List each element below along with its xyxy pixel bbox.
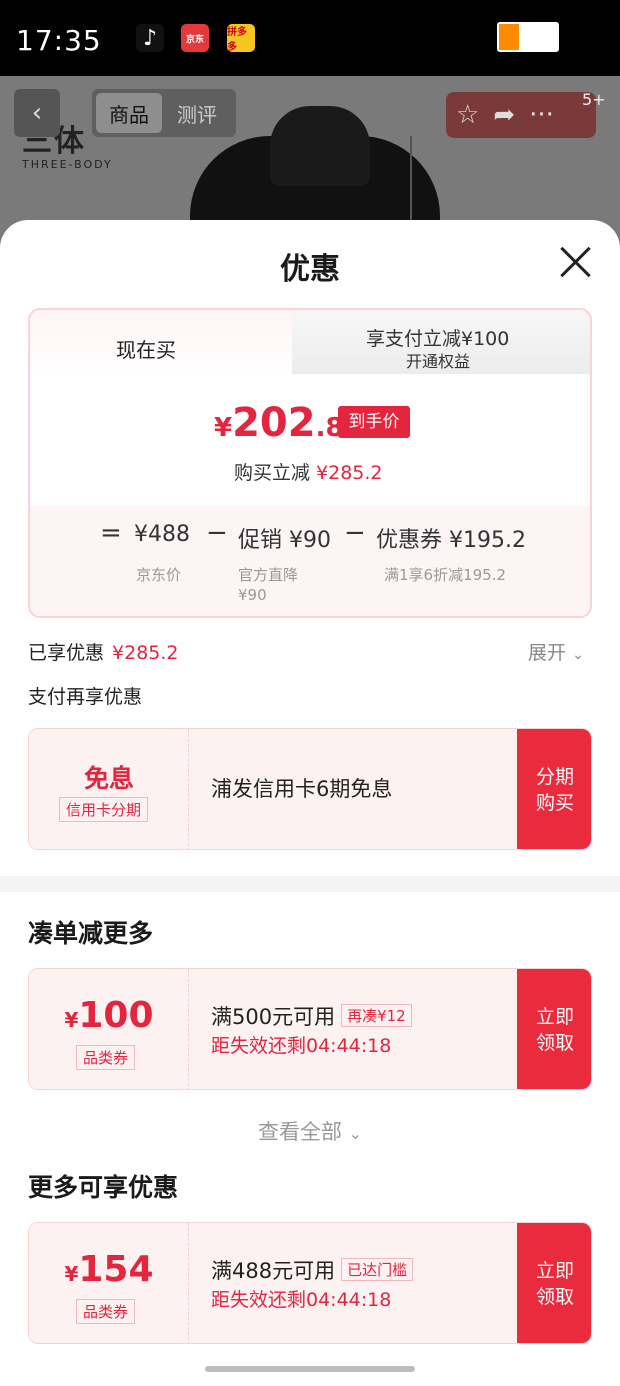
status-time: 17:35 xyxy=(16,24,102,57)
pay-more-title: 支付再享优惠 xyxy=(28,686,143,708)
back-button[interactable]: ‹ xyxy=(14,89,60,137)
coupon-154-badge: 已达门槛 xyxy=(341,1258,414,1281)
instant-save-amount: ¥285.2 xyxy=(316,462,383,484)
tab-pay-discount-title: 享支付立减¥100 xyxy=(366,328,510,350)
tab-product[interactable]: 商品 xyxy=(96,93,162,133)
section-divider xyxy=(0,876,620,892)
section-more-discount: 凑单减更多 xyxy=(28,919,154,948)
expand-button[interactable]: 展开 ⌄ xyxy=(528,638,584,665)
expand-label: 展开 xyxy=(528,642,567,664)
section-more-enjoy: 更多可享优惠 xyxy=(28,1173,179,1202)
installment-card: 免息 信用卡分期 浦发信用卡6期免息 分期购买 xyxy=(28,728,592,850)
tab-buy-now-label: 现在买 xyxy=(116,338,176,362)
coupon-154-mid: 满488元可用 已达门槛 距失效还剩04:44:18 xyxy=(189,1223,517,1343)
product-image-collar xyxy=(270,106,370,186)
share-icon[interactable]: ➦ xyxy=(493,100,515,130)
coupon-154-type: 品类券 xyxy=(76,1299,136,1324)
installment-label: 信用卡分期 xyxy=(59,797,149,822)
chevron-left-icon: ‹ xyxy=(31,98,43,128)
coupon-154-symbol: ¥ xyxy=(64,1262,79,1286)
final-price: ¥202.8 xyxy=(214,400,344,446)
promo-amount: 促销 ¥90 xyxy=(238,528,331,553)
price-box: ¥202.8 到手价 购买立减 ¥285.2 = ¥488 京东价 − 促销 ¥9… xyxy=(30,374,590,616)
instant-save: 购买立减 ¥285.2 xyxy=(234,458,383,485)
claim-coupon-154-button[interactable]: 立即 领取 xyxy=(517,1223,591,1343)
installment-buy-l1: 分期 xyxy=(535,766,574,788)
coupon-100-title-text: 满500元可用 xyxy=(211,1005,336,1029)
claim-l1: 立即 xyxy=(535,1260,574,1282)
claim-l1: 立即 xyxy=(535,1006,574,1028)
promo-sub-label: 官方直降 xyxy=(238,566,299,584)
product-tab-switch: 商品 测评 xyxy=(92,89,236,137)
equals-sign: = xyxy=(100,518,122,548)
tiktok-icon: ♪ xyxy=(136,24,164,52)
price-integer: 202 xyxy=(232,400,316,446)
coupon-154-timer: 距失效还剩04:44:18 xyxy=(211,1289,392,1311)
see-all-button[interactable]: 查看全部 ⌄ xyxy=(0,1116,620,1146)
coupon-card-100: ¥100 品类券 满500元可用 再凑¥12 距失效还剩04:44:18 立即领取 xyxy=(28,968,592,1090)
claim-l2: 领取 xyxy=(535,1032,574,1054)
minus-sign: − xyxy=(344,518,366,548)
coupon-154-left: ¥154 品类券 xyxy=(29,1223,189,1343)
installment-buy-button[interactable]: 分期 购买 xyxy=(517,729,591,849)
coupon-154-value: ¥154 xyxy=(29,1249,189,1290)
coupon-100-mid: 满500元可用 再凑¥12 距失效还剩04:44:18 xyxy=(189,969,517,1089)
instant-save-label: 购买立减 xyxy=(234,462,311,484)
star-icon[interactable]: ☆ xyxy=(456,100,479,130)
coupon-100-type: 品类券 xyxy=(76,1045,136,1070)
minus-sign: − xyxy=(206,518,228,548)
brand-logo-en: THREE-BODY xyxy=(22,158,113,171)
jd-icon: 京东 xyxy=(181,24,209,52)
installment-big: 免息 xyxy=(83,764,134,793)
enjoyed-label: 已享优惠 xyxy=(28,642,105,664)
coupon-154-amount: 154 xyxy=(78,1249,154,1290)
coupon-100-amount: 100 xyxy=(78,995,154,1036)
enjoyed-discount: 已享优惠 ¥285.2 xyxy=(28,638,179,665)
tab-pay-discount-sub: 开通权益 xyxy=(406,352,471,371)
price-formula: = ¥488 京东价 − 促销 ¥90 官方直降 ¥90 − 优惠券 ¥195.… xyxy=(30,506,590,616)
enjoyed-amount: ¥285.2 xyxy=(112,642,179,664)
coupon-154-title-text: 满488元可用 xyxy=(211,1259,336,1283)
promo-sub-amount: ¥90 xyxy=(238,586,267,604)
jd-price-label: 京东价 xyxy=(136,566,182,584)
claim-l2: 领取 xyxy=(535,1286,574,1308)
claim-coupon-100-button[interactable]: 立即 领取 xyxy=(517,969,591,1089)
status-bar: 17:35 ♪ 京东 拼多多 xyxy=(0,0,620,76)
coupon-100-timer: 距失效还剩04:44:18 xyxy=(211,1035,392,1057)
jd-price: ¥488 xyxy=(134,522,190,547)
header-actions: ☆ ➦ ··· xyxy=(446,92,596,138)
sheet-title: 优惠 xyxy=(280,252,340,287)
gesture-bar xyxy=(0,1356,620,1386)
installment-left: 免息 信用卡分期 xyxy=(29,729,189,849)
see-all-label: 查看全部 xyxy=(257,1120,342,1144)
chevron-down-icon: ⌄ xyxy=(572,647,584,663)
home-indicator[interactable] xyxy=(205,1366,415,1372)
tab-review[interactable]: 测评 xyxy=(162,99,232,128)
coupon-100-value: ¥100 xyxy=(29,995,189,1036)
chevron-down-icon: ⌄ xyxy=(348,1124,363,1143)
close-icon[interactable] xyxy=(556,242,596,282)
tab-buy-now[interactable]: 现在买 xyxy=(30,310,292,378)
coupon-100-symbol: ¥ xyxy=(64,1008,79,1032)
final-price-tag: 到手价 xyxy=(338,406,410,438)
coupon-amount: 优惠券 ¥195.2 xyxy=(376,528,526,553)
discount-sheet: 优惠 享支付立减¥100 开通权益 现在买 ¥202.8 到手价 购买立减 ¥28… xyxy=(0,220,620,1386)
cart-badge: 5+ xyxy=(582,90,606,109)
pdd-icon: 拼多多 xyxy=(227,24,255,53)
battery-icon xyxy=(497,22,559,52)
coupon-100-title: 满500元可用 再凑¥12 xyxy=(211,1001,412,1031)
price-card: 享支付立减¥100 开通权益 现在买 ¥202.8 到手价 购买立减 ¥285.2… xyxy=(28,308,592,618)
coupon-100-left: ¥100 品类券 xyxy=(29,969,189,1089)
more-icon[interactable]: ··· xyxy=(529,100,554,130)
coupon-card-154: ¥154 品类券 满488元可用 已达门槛 距失效还剩04:44:18 立即领取 xyxy=(28,1222,592,1344)
installment-buy-l2: 购买 xyxy=(535,792,574,814)
price-symbol: ¥ xyxy=(214,413,233,443)
installment-mid: 浦发信用卡6期免息 xyxy=(189,729,517,849)
tab-pay-discount[interactable]: 享支付立减¥100 开通权益 xyxy=(256,310,590,374)
coupon-100-badge: 再凑¥12 xyxy=(341,1004,412,1027)
coupon-sub-label: 满1享6折减195.2 xyxy=(384,566,507,584)
coupon-154-title: 满488元可用 已达门槛 xyxy=(211,1255,414,1285)
installment-title: 浦发信用卡6期免息 xyxy=(211,777,393,801)
